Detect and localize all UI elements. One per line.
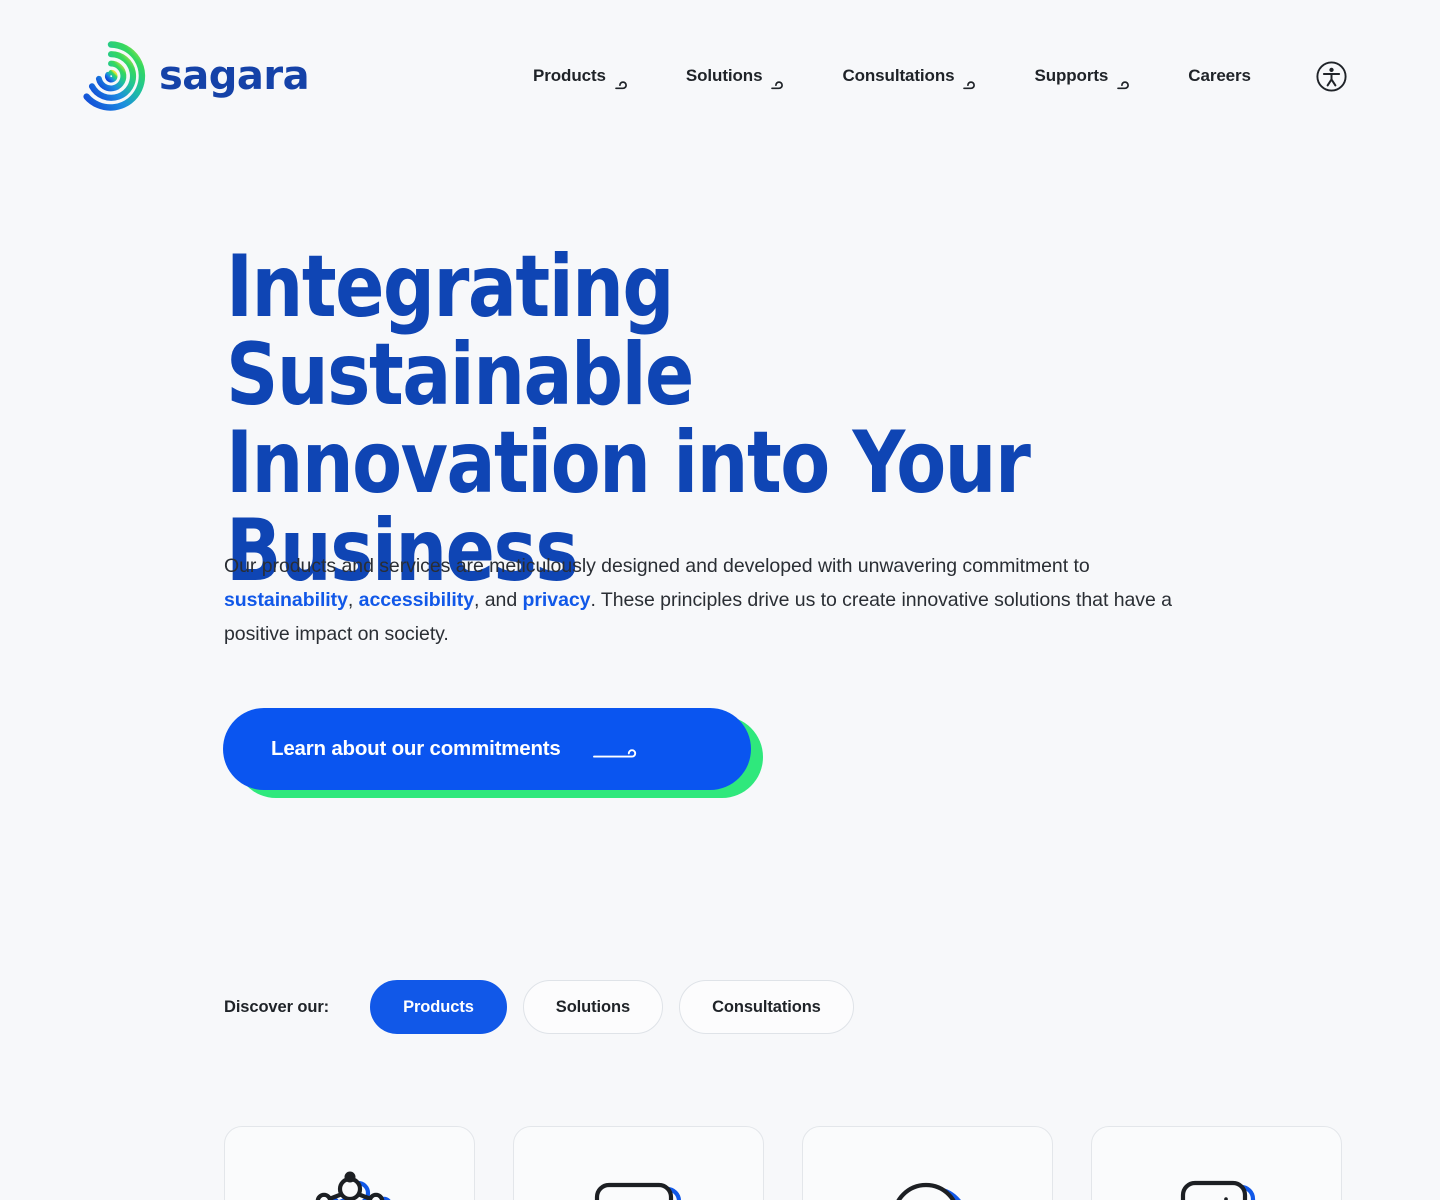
link-sustainability[interactable]: sustainability: [224, 589, 348, 611]
curved-arrow-icon: [1117, 70, 1132, 89]
hero-title-line-1: Integrating Sustainable: [226, 237, 694, 425]
document-list-icon: [577, 1153, 701, 1200]
nav-item-careers[interactable]: Careers: [1160, 60, 1279, 92]
nav-item-label: Solutions: [685, 66, 763, 85]
card-circle[interactable]: [802, 1126, 1053, 1200]
curved-arrow-icon: [963, 70, 978, 89]
link-privacy[interactable]: privacy: [523, 589, 591, 611]
curved-arrow-icon: [771, 70, 786, 89]
hero-desc-sep-1: ,: [347, 589, 359, 611]
curved-arrow-icon: [615, 70, 630, 89]
long-arrow-curl-icon: [592, 742, 641, 758]
nav-item-consultations[interactable]: Consultations: [814, 60, 1006, 92]
nav-item-solutions[interactable]: Solutions: [658, 60, 815, 92]
nav-item-label: Supports: [1034, 66, 1109, 85]
hero-description: Our products and services are meticulous…: [224, 549, 1224, 651]
site-header: sagara Products Solutions Consultations …: [0, 0, 1440, 152]
learn-about-commitments-button[interactable]: Learn about our commitments: [223, 708, 751, 790]
tab-solutions[interactable]: Solutions: [522, 980, 664, 1034]
card-network[interactable]: [224, 1126, 475, 1200]
hero-desc-part-1: Our products and services are meticulous…: [224, 555, 1090, 577]
nav-item-label: Careers: [1188, 66, 1251, 85]
discover-tabs: Discover our: Products Solutions Consult…: [224, 980, 870, 1034]
card-document[interactable]: [513, 1126, 764, 1200]
nav-item-label: Products: [533, 66, 606, 85]
hero-title-line-2: Innovation into Your: [226, 413, 1031, 513]
brand-logo-link[interactable]: sagara: [75, 40, 310, 112]
device-card-icon: [1155, 1153, 1279, 1200]
page-root: sagara Products Solutions Consultations …: [0, 0, 1440, 1200]
main-navigation: Products Solutions Consultations Support…: [505, 60, 1279, 92]
circle-outline-icon: [866, 1153, 990, 1200]
accessibility-person-icon[interactable]: [1316, 61, 1347, 92]
card-device[interactable]: [1091, 1126, 1342, 1200]
tab-products[interactable]: Products: [370, 980, 507, 1034]
nav-item-products[interactable]: Products: [505, 60, 658, 92]
brand-name: sagara: [159, 53, 310, 99]
nav-item-supports[interactable]: Supports: [1006, 60, 1160, 92]
page-title: Integrating Sustainable Innovation into …: [226, 243, 1128, 595]
sagara-spiral-logo-icon: [75, 40, 147, 112]
discover-label: Discover our:: [224, 998, 330, 1016]
nav-item-label: Consultations: [842, 66, 955, 85]
link-accessibility[interactable]: accessibility: [359, 589, 474, 611]
cta-wrapper: Learn about our commitments: [223, 708, 763, 798]
hero-desc-sep-2: , and: [474, 589, 523, 611]
tab-consultations[interactable]: Consultations: [679, 980, 854, 1034]
product-card-grid: [224, 1126, 1342, 1200]
network-nodes-icon: [288, 1153, 412, 1200]
cta-label: Learn about our commitments: [271, 737, 561, 760]
